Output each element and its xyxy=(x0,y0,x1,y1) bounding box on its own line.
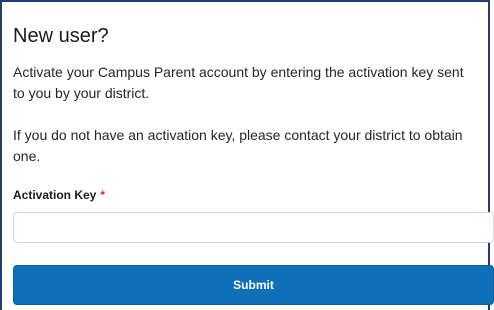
activation-key-input[interactable] xyxy=(13,212,494,243)
activation-instructions: Activate your Campus Parent account by e… xyxy=(13,64,464,101)
new-user-panel: New user? Activate your Campus Parent ac… xyxy=(0,0,494,310)
activation-key-label: Activation Key xyxy=(13,188,97,202)
activation-key-label-row: Activation Key * xyxy=(13,187,476,203)
page-title: New user? xyxy=(13,25,109,47)
new-user-content: New user? Activate your Campus Parent ac… xyxy=(2,2,494,305)
required-marker: * xyxy=(100,188,106,202)
submit-button[interactable]: Submit xyxy=(13,265,494,305)
no-key-instructions: If you do not have an activation key, pl… xyxy=(13,127,463,164)
